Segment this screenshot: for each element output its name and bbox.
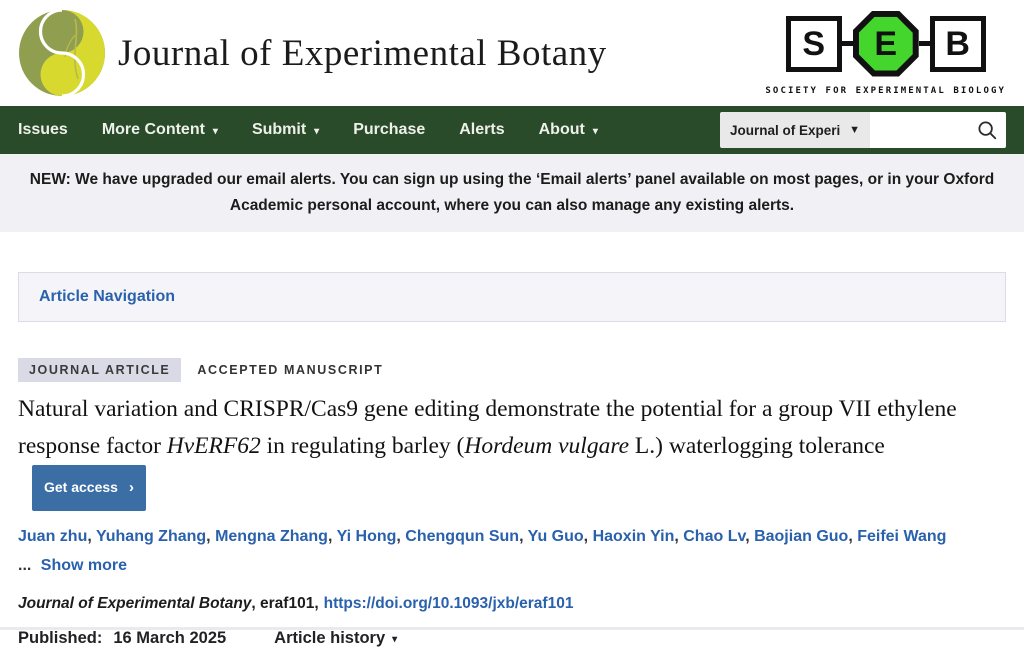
nav-item[interactable]: More Content ▾	[102, 121, 218, 139]
article-meta-row: JOURNAL ARTICLE ACCEPTED MANUSCRIPT	[18, 358, 1006, 382]
author-link[interactable]: Feifei Wang	[857, 528, 946, 545]
seb-tagline: SOCIETY FOR EXPERIMENTAL BIOLOGY	[765, 86, 1006, 96]
search-scope-value: Journal of Experime	[730, 123, 841, 138]
citation-article-id: , eraf101,	[251, 595, 318, 612]
nav-item[interactable]: About ▾	[539, 121, 598, 139]
journal-article-badge: JOURNAL ARTICLE	[18, 358, 181, 382]
site-header: Journal of Experimental Botany S E B SOC…	[0, 0, 1024, 106]
seb-letter-e: E	[874, 27, 897, 61]
nav-items: Issues ▾ More Content ▾ Submit ▾ Purchas…	[18, 121, 598, 139]
nav-item-label: Issues	[18, 121, 68, 139]
author-item: Mengna Zhang,	[215, 528, 337, 545]
seb-letter-b-box: B	[930, 16, 986, 72]
published-label: Published:	[18, 629, 102, 648]
author-item: Chao Lv,	[683, 528, 754, 545]
author-item: Yuhang Zhang,	[96, 528, 215, 545]
primary-nav: Issues ▾ More Content ▾ Submit ▾ Purchas…	[0, 106, 1024, 154]
seb-logo: S E B SOCIETY FOR EXPERIMENTAL BIOLOGY	[765, 11, 1008, 96]
journal-title: Journal of Experimental Botany	[118, 32, 607, 75]
seb-connector	[842, 41, 853, 46]
author-item: Baojian Guo,	[754, 528, 857, 545]
chevron-down-icon: ▾	[593, 126, 598, 137]
alert-banner-text: NEW: We have upgraded our email alerts. …	[10, 167, 1014, 219]
article-navigation-label: Article Navigation	[39, 288, 175, 306]
citation-journal-name: Journal of Experimental Botany	[18, 595, 251, 612]
author-item: Haoxin Yin,	[593, 528, 684, 545]
nav-item-label: About	[539, 121, 585, 139]
author-link[interactable]: Chao Lv	[683, 528, 745, 545]
search-icon[interactable]	[976, 119, 998, 141]
article-title-segment: HvERF62	[167, 433, 261, 459]
seb-letter-e-octagon: E	[853, 11, 919, 77]
author-item: Feifei Wang	[857, 528, 946, 545]
author-separator: ,	[519, 528, 528, 545]
search-box	[870, 112, 1006, 148]
nav-item[interactable]: Issues ▾	[18, 121, 68, 139]
main-content: Article Navigation JOURNAL ARTICLE ACCEP…	[0, 272, 1024, 648]
nav-item[interactable]: Purchase ▾	[353, 121, 425, 139]
show-more-link[interactable]: Show more	[41, 557, 127, 574]
show-more-row: ... Show more	[18, 551, 1006, 580]
author-link[interactable]: Yu Guo	[528, 528, 584, 545]
citation-line: Journal of Experimental Botany, eraf101,…	[18, 595, 1006, 613]
journal-logo-icon	[18, 9, 106, 97]
article-history-toggle[interactable]: Article history ▾	[274, 629, 397, 648]
author-separator: ,	[328, 528, 337, 545]
author-separator: ,	[584, 528, 593, 545]
article-title: Natural variation and CRISPR/Cas9 gene e…	[18, 391, 1006, 511]
chevron-down-icon: ▾	[213, 126, 218, 137]
author-separator: ,	[206, 528, 215, 545]
seb-logo-row: S E B	[786, 11, 986, 77]
journal-branding: Journal of Experimental Botany	[18, 9, 607, 97]
seb-letter-b: B	[945, 27, 970, 61]
doi-link[interactable]: https://doi.org/10.1093/jxb/eraf101	[324, 595, 574, 612]
search-scope-dropdown[interactable]: Journal of Experime ▼	[720, 112, 870, 148]
author-item: Yi Hong,	[337, 528, 406, 545]
author-item: Juan zhu,	[18, 528, 96, 545]
chevron-down-icon: ▾	[392, 634, 397, 645]
author-link[interactable]: Juan zhu	[18, 528, 87, 545]
author-link[interactable]: Baojian Guo	[754, 528, 848, 545]
author-separator: ,	[87, 528, 96, 545]
article-title-segment: in regulating barley (	[261, 433, 465, 459]
author-list: Juan zhu, Yuhang Zhang, Mengna Zhang, Yi…	[18, 522, 1006, 551]
author-item: Yu Guo,	[528, 528, 593, 545]
author-link[interactable]: Yi Hong	[337, 528, 397, 545]
author-item: Chengqun Sun,	[405, 528, 527, 545]
article-title-segment: L.) waterlogging tolerance	[629, 433, 885, 459]
nav-item-label: Alerts	[459, 121, 504, 139]
author-link[interactable]: Haoxin Yin	[593, 528, 675, 545]
author-link[interactable]: Chengqun Sun	[405, 528, 519, 545]
ellipsis: ...	[18, 557, 31, 574]
chevron-right-icon: ›	[129, 480, 134, 495]
nav-item-label: Submit	[252, 121, 306, 139]
author-separator: ,	[848, 528, 857, 545]
published-row: Published: 16 March 2025 Article history…	[18, 629, 1006, 648]
published-date: 16 March 2025	[113, 629, 226, 648]
article-history-label: Article history	[274, 629, 385, 648]
author-separator: ,	[745, 528, 754, 545]
nav-item[interactable]: Submit ▾	[252, 121, 319, 139]
nav-item[interactable]: Alerts ▾	[459, 121, 504, 139]
seb-connector	[919, 41, 930, 46]
nav-item-label: More Content	[102, 121, 205, 139]
accepted-manuscript-label: ACCEPTED MANUSCRIPT	[197, 363, 383, 377]
get-access-label: Get access	[44, 469, 118, 506]
alert-banner: NEW: We have upgraded our email alerts. …	[0, 154, 1024, 232]
nav-item-label: Purchase	[353, 121, 425, 139]
get-access-button[interactable]: Get access ›	[32, 465, 146, 511]
search-widget: Journal of Experime ▼	[720, 112, 1006, 148]
chevron-down-icon: ▼	[849, 124, 860, 136]
article-title-segment: Hordeum vulgare	[464, 433, 629, 459]
author-separator: ,	[396, 528, 405, 545]
seb-letter-s-box: S	[786, 16, 842, 72]
chevron-down-icon: ▾	[314, 126, 319, 137]
author-link[interactable]: Mengna Zhang	[215, 528, 328, 545]
author-separator: ,	[674, 528, 683, 545]
author-link[interactable]: Yuhang Zhang	[96, 528, 206, 545]
seb-octagon-inner: E	[859, 17, 913, 71]
seb-letter-s: S	[802, 27, 825, 61]
search-input[interactable]	[876, 121, 976, 139]
article-navigation-panel[interactable]: Article Navigation	[18, 272, 1006, 322]
